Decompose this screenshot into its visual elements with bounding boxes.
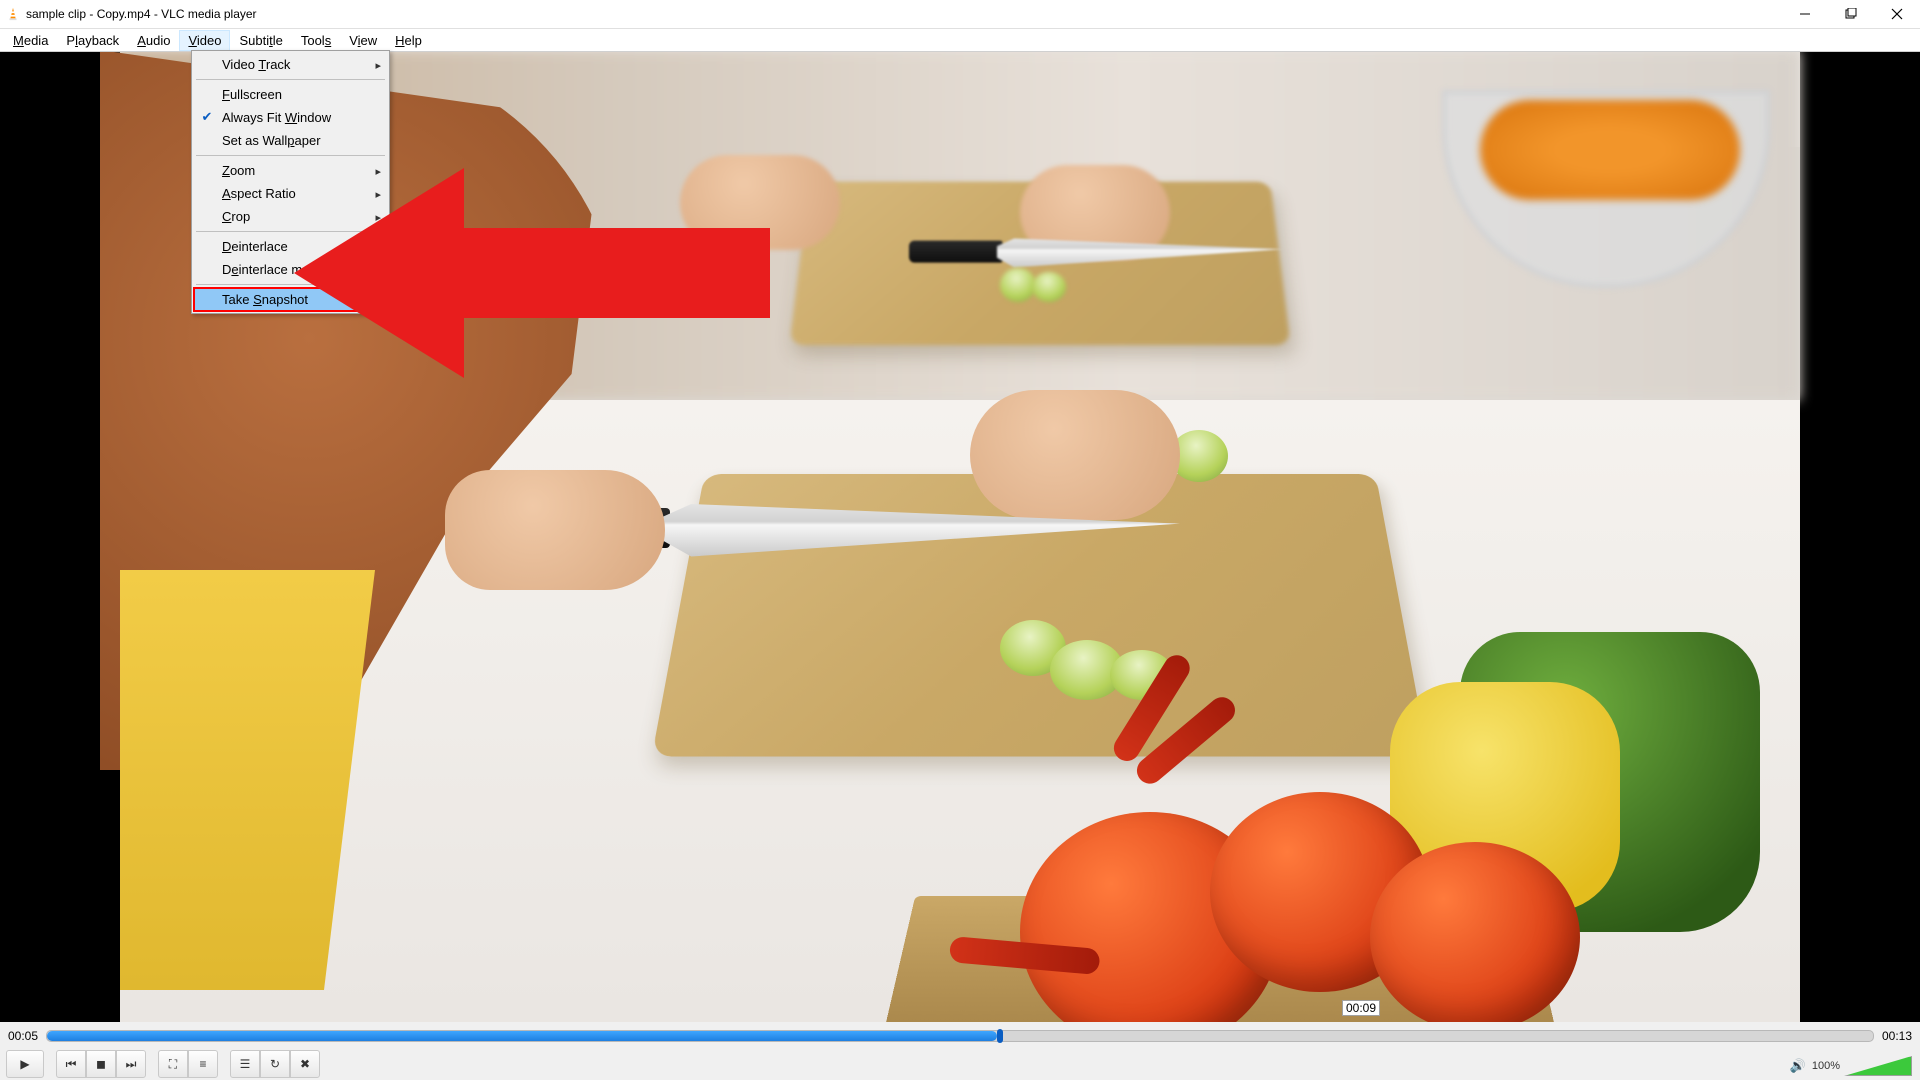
next-button[interactable]: ⏭ — [116, 1050, 146, 1078]
play-button[interactable]: ▶ — [6, 1050, 44, 1078]
skip-next-icon: ⏭ — [126, 1058, 137, 1070]
menubar: Media Playback Audio Video Subtitle Tool… — [0, 29, 1920, 52]
volume-area: 🔊 100% — [1790, 1056, 1912, 1076]
submenu-arrow-icon: ▸ — [375, 59, 381, 72]
menu-aspect-ratio[interactable]: Aspect Ratio ▸ — [194, 182, 387, 205]
menu-separator — [196, 231, 385, 232]
menu-label: Aspect Ratio — [222, 186, 296, 201]
playlist-button[interactable]: ☰ — [230, 1050, 260, 1078]
menu-view[interactable]: View — [340, 30, 386, 51]
submenu-arrow-icon: ▸ — [375, 188, 381, 201]
playlist-group: ☰ ↻ ✖ — [230, 1050, 320, 1078]
view-group: ⛶ ≡ — [158, 1050, 218, 1078]
menu-subtitle[interactable]: Subtitle — [230, 30, 291, 51]
shuffle-button[interactable]: ✖ — [290, 1050, 320, 1078]
menu-label: Zoom — [222, 163, 255, 178]
menu-label: Take Snapshot — [222, 292, 308, 307]
submenu-arrow-icon: ▸ — [375, 241, 381, 254]
menu-label: Deinterlace — [222, 239, 288, 254]
menu-zoom[interactable]: Zoom ▸ — [194, 159, 387, 182]
loop-icon: ↻ — [270, 1058, 280, 1070]
seek-tooltip: 00:09 — [1342, 1000, 1380, 1016]
menu-media[interactable]: Media — [4, 30, 57, 51]
fullscreen-button[interactable]: ⛶ — [158, 1050, 188, 1078]
extended-settings-button[interactable]: ≡ — [188, 1050, 218, 1078]
fullscreen-icon: ⛶ — [169, 1058, 177, 1070]
menu-label: Always Fit Window — [222, 110, 331, 125]
seek-slider[interactable] — [46, 1030, 1874, 1042]
menu-video-track[interactable]: Video Track ▸ — [194, 53, 387, 76]
menu-separator — [196, 155, 385, 156]
menu-deinterlace-mode[interactable]: Deinterlace mode ▸ — [194, 258, 387, 281]
vlc-cone-icon — [6, 7, 20, 21]
submenu-arrow-icon: ▸ — [375, 165, 381, 178]
stop-button[interactable]: ◼ — [86, 1050, 116, 1078]
play-icon: ▶ — [20, 1058, 29, 1070]
total-time[interactable]: 00:13 — [1882, 1029, 1912, 1043]
check-icon: ✔ — [200, 110, 214, 124]
menu-label: Crop — [222, 209, 250, 224]
controls-row: ▶ ⏮ ◼ ⏭ ⛶ ≡ ☰ ↻ ✖ 🔊 100% — [0, 1047, 1920, 1080]
seek-fill — [47, 1031, 996, 1041]
skip-prev-icon: ⏮ — [66, 1058, 77, 1070]
volume-label: 100% — [1812, 1060, 1840, 1072]
menu-crop[interactable]: Crop ▸ — [194, 205, 387, 228]
menu-help[interactable]: Help — [386, 30, 431, 51]
stop-icon: ◼ — [96, 1058, 106, 1070]
window-title: sample clip - Copy.mp4 - VLC media playe… — [26, 7, 257, 21]
menu-label: Video Track — [222, 57, 290, 72]
submenu-arrow-icon: ▸ — [375, 211, 381, 224]
menu-audio[interactable]: Audio — [128, 30, 179, 51]
menu-label: Set as Wallpaper — [222, 133, 321, 148]
menu-separator — [196, 284, 385, 285]
maximize-button[interactable] — [1828, 0, 1874, 28]
menu-fullscreen[interactable]: Fullscreen — [194, 83, 387, 106]
menu-label: Fullscreen — [222, 87, 282, 102]
minimize-button[interactable] — [1782, 0, 1828, 28]
menu-tools[interactable]: Tools — [292, 30, 340, 51]
menu-playback[interactable]: Playback — [57, 30, 128, 51]
menu-video[interactable]: Video — [179, 30, 230, 51]
loop-button[interactable]: ↻ — [260, 1050, 290, 1078]
menu-always-fit-window[interactable]: ✔ Always Fit Window — [194, 106, 387, 129]
shuffle-icon: ✖ — [300, 1058, 310, 1070]
seekbar-row: 00:05 00:13 — [0, 1025, 1920, 1047]
elapsed-time[interactable]: 00:05 — [8, 1029, 38, 1043]
close-button[interactable] — [1874, 0, 1920, 28]
seek-knob[interactable] — [997, 1029, 1003, 1043]
menu-set-as-wallpaper[interactable]: Set as Wallpaper — [194, 129, 387, 152]
volume-slider[interactable] — [1844, 1056, 1912, 1076]
menu-label: Deinterlace mode — [222, 262, 324, 277]
equalizer-icon: ≡ — [199, 1058, 206, 1070]
window-controls — [1782, 0, 1920, 28]
submenu-arrow-icon: ▸ — [375, 264, 381, 277]
menu-separator — [196, 79, 385, 80]
menu-deinterlace[interactable]: Deinterlace ▸ — [194, 235, 387, 258]
video-dropdown: Video Track ▸ Fullscreen ✔ Always Fit Wi… — [191, 50, 390, 314]
speaker-icon[interactable]: 🔊 — [1790, 1058, 1806, 1074]
playlist-icon: ☰ — [240, 1058, 251, 1070]
previous-button[interactable]: ⏮ — [56, 1050, 86, 1078]
titlebar: sample clip - Copy.mp4 - VLC media playe… — [0, 0, 1920, 29]
skip-group: ⏮ ◼ ⏭ — [56, 1050, 146, 1078]
menu-take-snapshot[interactable]: Take Snapshot — [194, 288, 387, 311]
